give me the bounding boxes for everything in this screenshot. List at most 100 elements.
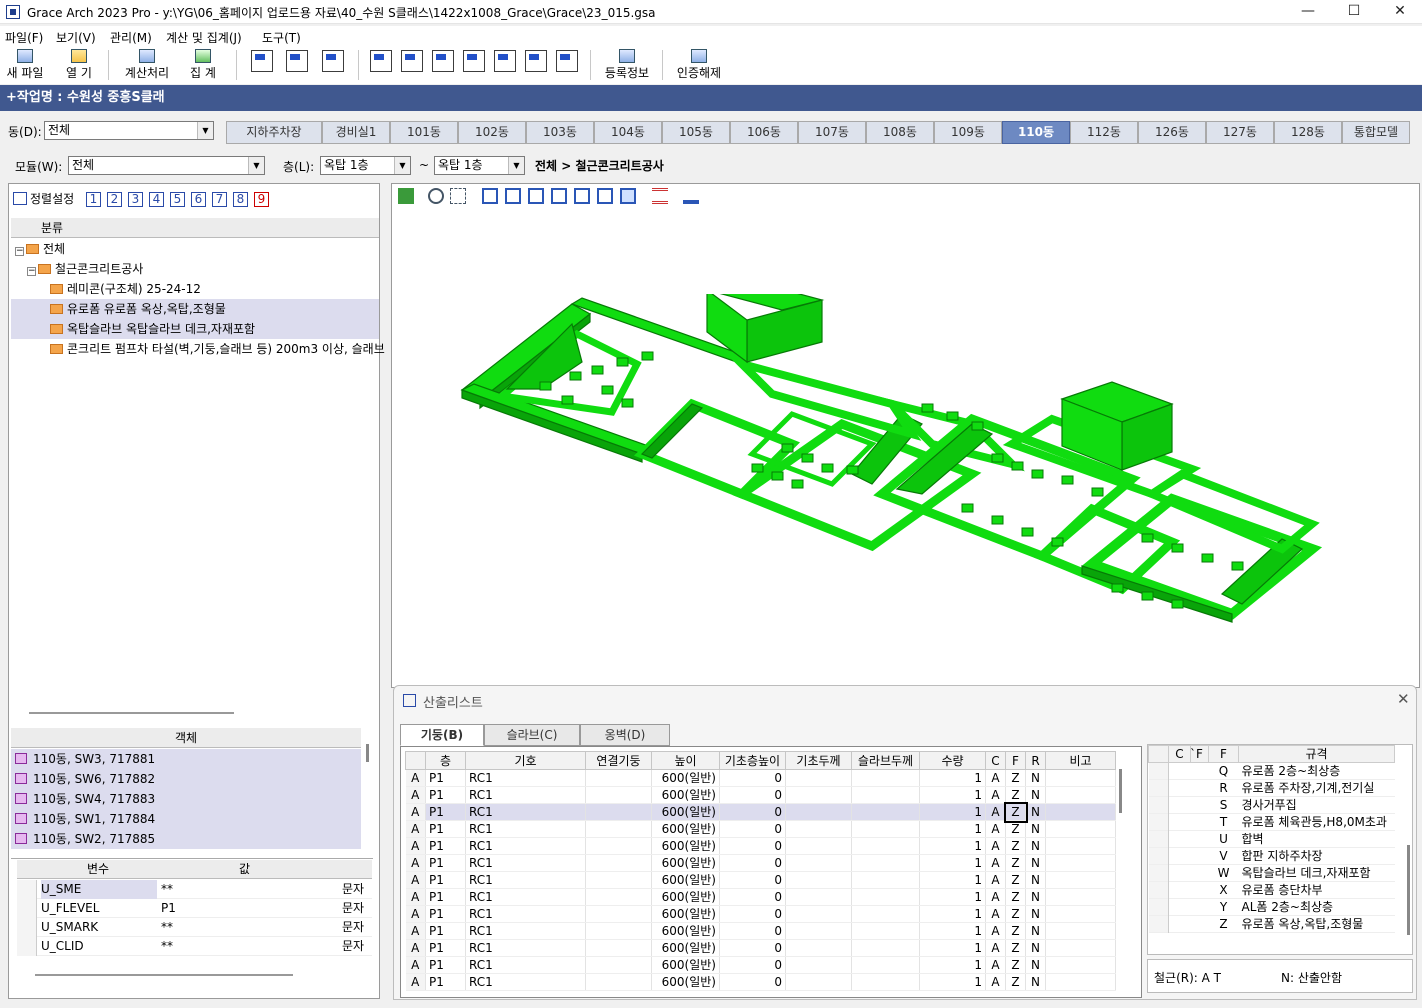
column-header[interactable]: 기호 [465,751,586,770]
table-cell[interactable]: A [985,769,1006,787]
table-cell[interactable]: 0 [719,973,786,991]
table-cell[interactable]: A [985,786,1006,804]
tool-f-icon[interactable] [525,50,547,72]
tool-c-icon[interactable] [432,50,454,72]
view-iso-icon[interactable] [620,188,636,204]
table-row[interactable]: A P1 RC1 600(일반) 0 1 A Z N [405,854,1116,872]
column-header[interactable]: 기초두께 [785,751,852,770]
tree-item[interactable]: 유로폼 유로폼 옥상,옥탑,조형물 [11,299,379,319]
table-cell[interactable]: RC1 [465,803,586,821]
vertical-scrollbar[interactable] [1119,769,1122,813]
table-cell[interactable]: Z [1005,871,1026,889]
table-cell[interactable]: P1 [425,871,466,889]
object-item[interactable]: 110동, SW6, 717882 [11,769,361,789]
table-cell[interactable] [851,888,920,906]
dong-tab[interactable]: 105동 [662,121,730,144]
table-cell[interactable]: A [405,854,426,872]
table-cell[interactable]: A [985,973,1006,991]
table-cell[interactable]: A [405,837,426,855]
dong-tab[interactable]: 128동 [1274,121,1342,144]
table-cell[interactable] [785,820,852,838]
table-cell[interactable]: RC1 [465,905,586,923]
new-file-button[interactable]: 새 파일 [2,48,48,82]
table-cell[interactable]: N [1025,905,1046,923]
table-cell[interactable]: RC1 [465,973,586,991]
table-cell[interactable]: 1 [919,939,986,957]
table-cell[interactable] [785,922,852,940]
table-cell[interactable] [585,837,652,855]
table-cell[interactable] [585,854,652,872]
table-cell[interactable] [785,854,852,872]
terrain-icon[interactable] [683,188,699,204]
variable-row[interactable]: U_CLID ** 문자 [17,937,372,956]
total-button[interactable]: 집 계 [182,48,224,82]
spec-row[interactable]: Y AL폼 2층~최상층 [1148,898,1395,916]
table-cell[interactable]: A [985,837,1006,855]
tool-b-icon[interactable] [401,50,423,72]
menu-file[interactable]: 파일(F) [5,29,43,46]
column-header[interactable]: 기초층높이 [719,751,786,770]
table-cell[interactable]: Z [1005,837,1026,855]
dong-tab[interactable]: 101동 [390,121,458,144]
tree-item[interactable]: − 철근콘크리트공사 [11,259,379,279]
expand-icon[interactable]: − [15,247,24,256]
menu-view[interactable]: 보기(V) [56,29,96,46]
table-cell[interactable]: 0 [719,905,786,923]
spec-row[interactable]: W 옥탑슬라브 데크,자재포함 [1148,864,1395,882]
table-cell[interactable]: Z [1005,922,1026,940]
table-cell[interactable]: A [405,871,426,889]
table-cell[interactable]: 600(일반) [651,769,720,787]
column-header[interactable]: F [1005,751,1026,770]
table-cell[interactable]: N [1025,820,1046,838]
spec-row[interactable]: T 유로폼 체육관등,H8,0M초과 [1148,813,1395,831]
table-cell[interactable]: 600(일반) [651,888,720,906]
table-cell[interactable]: Z [1005,905,1026,923]
close-icon[interactable]: ✕ [1397,690,1410,708]
table-cell[interactable]: 600(일반) [651,820,720,838]
table-cell[interactable]: A [405,956,426,974]
spec-row[interactable]: Z 유로폼 옥상,옥탑,조형물 [1148,915,1395,933]
table-cell[interactable]: 0 [719,939,786,957]
spec-row[interactable]: R 유로폼 주차장,기계,전기실 [1148,779,1395,797]
view-bottom-icon[interactable] [597,188,613,204]
horizontal-scrollbar[interactable] [29,712,234,714]
table-cell[interactable]: 0 [719,803,786,821]
tab-wall[interactable]: 옹벽(D) [580,724,670,746]
level-button[interactable]: 6 [191,192,206,207]
column-header[interactable]: 수량 [919,751,986,770]
table-cell[interactable]: N [1025,888,1046,906]
table-cell[interactable]: N [1025,956,1046,974]
table-cell[interactable]: RC1 [465,854,586,872]
table-cell[interactable] [851,786,920,804]
view-front-icon[interactable] [482,188,498,204]
table-row[interactable]: A P1 RC1 600(일반) 0 1 A Z N [405,786,1116,804]
table-cell[interactable]: Z [1005,888,1026,906]
table-row[interactable]: A P1 RC1 600(일반) 0 1 A Z N [405,837,1116,855]
table-cell[interactable]: 600(일반) [651,854,720,872]
dong-tab[interactable]: 109동 [934,121,1002,144]
level-button[interactable]: 9 [254,192,269,207]
table-cell[interactable]: N [1025,854,1046,872]
table-cell[interactable]: 1 [919,973,986,991]
table-cell[interactable]: A [405,905,426,923]
table-row[interactable]: A P1 RC1 600(일반) 0 1 A Z N [405,769,1116,787]
calc-process-button[interactable]: 계산처리 [120,48,174,82]
horizontal-scrollbar[interactable] [35,974,293,976]
table-cell[interactable]: A [985,922,1006,940]
table-cell[interactable] [1045,786,1116,804]
table-row[interactable]: A P1 RC1 600(일반) 0 1 A Z N [405,801,1116,823]
table-cell[interactable]: A [405,820,426,838]
variable-row[interactable]: U_SME ** 문자 [17,880,372,899]
table-row[interactable]: A P1 RC1 600(일반) 0 1 A Z N [405,905,1116,923]
spec-row[interactable]: U 합벽 [1148,830,1395,848]
dong-tab[interactable]: 107동 [798,121,866,144]
table-cell[interactable]: RC1 [465,871,586,889]
dong-tab[interactable]: 104동 [594,121,662,144]
tool-d-icon[interactable] [463,50,485,72]
dong-tab[interactable]: 110동 [1002,121,1070,144]
table-cell[interactable]: 0 [719,786,786,804]
column-header[interactable]: 슬라브두께 [851,751,920,770]
table-cell[interactable] [1045,922,1116,940]
table-cell[interactable] [785,769,852,787]
open-button[interactable]: 열 기 [58,48,100,82]
